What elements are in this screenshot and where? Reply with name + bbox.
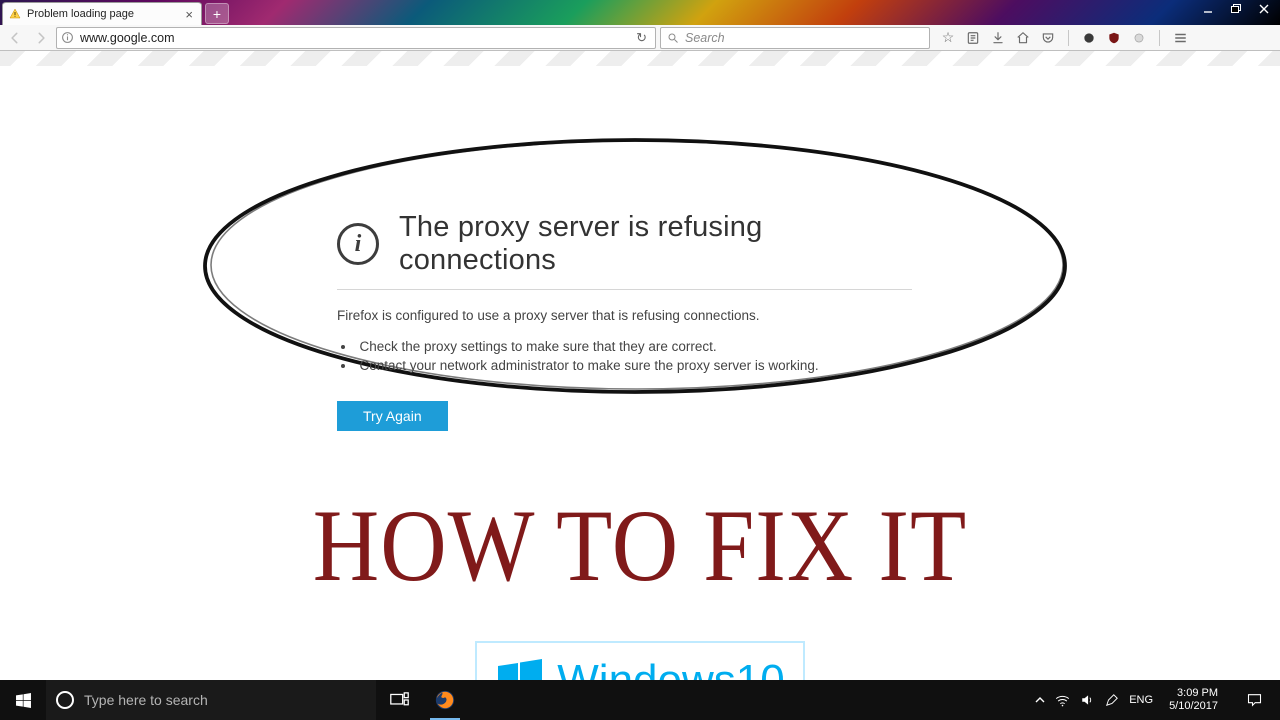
taskbar-search-placeholder: Type here to search bbox=[84, 692, 208, 708]
addon-light-icon[interactable] bbox=[1131, 30, 1147, 46]
downloads-icon[interactable] bbox=[990, 30, 1006, 46]
browser-chrome: Problem loading page × + www.go bbox=[0, 0, 1280, 51]
page-content: i The proxy server is refusing connectio… bbox=[0, 66, 1280, 680]
tray-language[interactable]: ENG bbox=[1129, 694, 1153, 706]
url-bar[interactable]: www.google.com ↻ bbox=[56, 27, 656, 49]
tray-wifi-icon[interactable] bbox=[1055, 694, 1070, 707]
url-text: www.google.com bbox=[80, 31, 626, 45]
toolbar-actions: ☆ bbox=[940, 30, 1188, 46]
system-tray: ENG 3:09 PM 5/10/2017 bbox=[1035, 680, 1280, 720]
tray-date: 5/10/2017 bbox=[1169, 700, 1218, 713]
error-title: The proxy server is refusing connections bbox=[399, 211, 912, 277]
window-controls bbox=[1194, 0, 1278, 18]
reload-button[interactable]: ↻ bbox=[632, 30, 651, 46]
warning-icon bbox=[9, 8, 21, 20]
error-bullet: Check the proxy settings to make sure th… bbox=[339, 339, 912, 354]
addon-ublock-icon[interactable] bbox=[1106, 30, 1122, 46]
tray-clock[interactable]: 3:09 PM 5/10/2017 bbox=[1163, 687, 1224, 713]
close-window-button[interactable] bbox=[1250, 0, 1278, 18]
minimize-button[interactable] bbox=[1194, 0, 1222, 18]
error-bullets: Check the proxy settings to make sure th… bbox=[339, 339, 912, 373]
cortana-icon bbox=[56, 691, 74, 709]
overlay-caption: HOW TO FIX IT bbox=[0, 486, 1280, 605]
error-block: i The proxy server is refusing connectio… bbox=[337, 211, 912, 431]
pocket-icon[interactable] bbox=[1040, 30, 1056, 46]
home-icon[interactable] bbox=[1015, 30, 1031, 46]
forward-button[interactable] bbox=[30, 28, 52, 48]
bookmark-star-icon[interactable]: ☆ bbox=[940, 30, 956, 46]
tab-close-icon[interactable]: × bbox=[183, 7, 195, 22]
new-tab-button[interactable]: + bbox=[205, 3, 229, 24]
separator bbox=[1068, 30, 1069, 46]
active-tab[interactable]: Problem loading page × bbox=[2, 2, 202, 25]
start-button[interactable] bbox=[0, 680, 46, 720]
taskbar: Type here to search ENG 3:09 PM 5/10/201… bbox=[0, 680, 1280, 720]
restore-button[interactable] bbox=[1222, 0, 1250, 18]
addon-dark-icon[interactable] bbox=[1081, 30, 1097, 46]
error-bullet: Contact your network administrator to ma… bbox=[339, 358, 912, 373]
tray-pen-icon[interactable] bbox=[1105, 693, 1119, 707]
hamburger-menu-icon[interactable] bbox=[1172, 30, 1188, 46]
tray-chevron-icon[interactable] bbox=[1035, 695, 1045, 705]
toolbar: www.google.com ↻ Search ☆ bbox=[0, 25, 1280, 51]
browser-search-box[interactable]: Search bbox=[660, 27, 930, 49]
taskbar-firefox[interactable] bbox=[422, 680, 468, 720]
hazard-stripe bbox=[0, 51, 1280, 66]
tray-volume-icon[interactable] bbox=[1080, 693, 1095, 707]
error-description: Firefox is configured to use a proxy ser… bbox=[337, 308, 912, 323]
action-center-button[interactable] bbox=[1234, 680, 1274, 720]
info-icon: i bbox=[337, 223, 379, 265]
reader-view-icon[interactable] bbox=[965, 30, 981, 46]
try-again-button[interactable]: Try Again bbox=[337, 401, 448, 431]
back-button[interactable] bbox=[4, 28, 26, 48]
identity-icon[interactable] bbox=[61, 31, 74, 44]
search-placeholder: Search bbox=[685, 31, 923, 45]
tab-title: Problem loading page bbox=[27, 8, 177, 20]
separator bbox=[1159, 30, 1160, 46]
tray-time: 3:09 PM bbox=[1169, 687, 1218, 700]
tab-strip: Problem loading page × + bbox=[0, 0, 1280, 25]
task-view-button[interactable] bbox=[376, 680, 422, 720]
search-icon bbox=[667, 32, 679, 44]
taskbar-search[interactable]: Type here to search bbox=[46, 680, 376, 720]
